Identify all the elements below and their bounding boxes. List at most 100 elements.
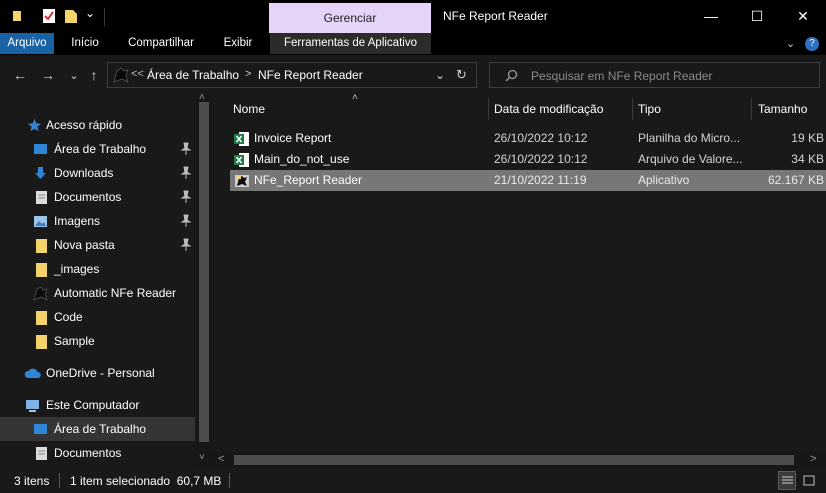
sidebar-scrollbar[interactable]: ˄ ˅ [196, 92, 212, 468]
back-button[interactable]: ← [10, 63, 30, 87]
file-type: Planilha do Micro... [638, 131, 741, 145]
file-size: 34 KB [791, 152, 824, 166]
sidebar-item-downloads[interactable]: Downloads [0, 161, 195, 185]
up-button[interactable]: ↑ [84, 63, 104, 87]
file-row-nfe-report-reader[interactable]: NFe_Report Reader 21/10/2022 11:19 Aplic… [230, 170, 826, 191]
column-divider[interactable] [488, 98, 489, 120]
pin-icon[interactable] [180, 238, 192, 252]
column-header-nome[interactable]: Nome [233, 95, 487, 123]
divider [59, 473, 60, 488]
folder-icon [36, 311, 47, 325]
sidebar-item-area-de-trabalho-pc[interactable]: Área de Trabalho [0, 417, 195, 441]
document-icon [36, 191, 47, 204]
sidebar-item-imagens[interactable]: Imagens [0, 209, 195, 233]
recent-locations-button[interactable]: ⌄ [64, 63, 84, 87]
sidebar-item-code[interactable]: Code [0, 305, 195, 329]
app-logo-icon [113, 67, 129, 83]
customize-quick-access-icon[interactable]: ⌄ [85, 6, 95, 20]
divider [104, 8, 105, 26]
file-row-invoice-report[interactable]: Invoice Report 26/10/2022 10:12 Planilha… [230, 128, 826, 149]
scrollbar-thumb[interactable] [199, 102, 209, 442]
tab-gerenciar[interactable]: Gerenciar [269, 3, 431, 33]
tab-arquivo[interactable]: Arquivo [0, 33, 54, 54]
pin-icon[interactable] [180, 214, 192, 228]
sidebar-item-label: OneDrive - Personal [46, 366, 155, 380]
document-icon [36, 447, 47, 460]
address-dropdown-icon[interactable]: ⌄ [435, 68, 445, 82]
file-type: Aplicativo [638, 173, 690, 187]
status-bar: 3 itens 1 item selecionado 60,7 MB [0, 468, 826, 493]
horizontal-scrollbar[interactable]: < > [212, 452, 826, 468]
app-logo-icon [33, 286, 48, 301]
pin-icon[interactable] [180, 190, 192, 204]
file-row-main-do-not-use[interactable]: Main_do_not_use 26/10/2022 10:12 Arquivo… [230, 149, 826, 170]
folder-icon [36, 335, 47, 349]
divider [229, 473, 230, 488]
sidebar-item-label: Documentos [54, 190, 122, 204]
sidebar-item-label: Nova pasta [54, 238, 115, 252]
properties-icon[interactable] [42, 8, 56, 24]
minimize-button[interactable]: — [688, 0, 734, 32]
sidebar-item-label: Sample [54, 334, 95, 348]
file-list: ˄ Nome Data de modificação Tipo Tamanho … [212, 92, 826, 468]
breadcrumb-nfe-report-reader[interactable]: NFe Report Reader [258, 68, 363, 82]
large-icons-view-button[interactable] [800, 471, 818, 490]
column-header-tamanho[interactable]: Tamanho [758, 95, 824, 123]
selection-info: 1 item selecionado 60,7 MB [70, 474, 222, 488]
address-bar[interactable]: << Área de Trabalho > NFe Report Reader … [107, 62, 477, 88]
help-icon[interactable]: ? [805, 37, 819, 51]
scroll-down-icon[interactable]: ˅ [199, 452, 205, 463]
pin-icon[interactable] [180, 142, 192, 156]
sidebar-item-este-computador[interactable]: Este Computador [0, 393, 195, 417]
column-header-data[interactable]: Data de modificação [494, 95, 630, 123]
column-header-tipo[interactable]: Tipo [638, 95, 748, 123]
close-icon: ✕ [797, 7, 809, 24]
scroll-right-icon[interactable]: > [810, 453, 816, 465]
column-divider[interactable] [751, 98, 752, 120]
sidebar-item-sample[interactable]: Sample [0, 329, 195, 353]
sidebar-item-area-de-trabalho[interactable]: Área de Trabalho [0, 137, 195, 161]
sidebar-item-label: Este Computador [46, 398, 140, 412]
download-icon [35, 167, 46, 179]
search-placeholder: Pesquisar em NFe Report Reader [531, 69, 713, 83]
pin-icon[interactable] [180, 166, 192, 180]
folder-icon [36, 263, 47, 277]
sidebar-item-label: Área de Trabalho [54, 422, 147, 436]
maximize-icon: ☐ [750, 7, 764, 24]
sidebar-item-documentos[interactable]: Documentos [0, 185, 195, 209]
scrollbar-thumb[interactable] [234, 455, 794, 465]
tab-ferramentas-de-aplicativo[interactable]: Ferramentas de Aplicativo [270, 33, 431, 54]
tab-compartilhar[interactable]: Compartilhar [116, 33, 206, 54]
item-count: 3 itens [14, 474, 50, 488]
maximize-button[interactable]: ☐ [734, 0, 780, 32]
app-folder-icon [13, 11, 21, 21]
sidebar-item-images-folder[interactable]: _images [0, 257, 195, 281]
sidebar-item-acesso-rapido[interactable]: Acesso rápido [0, 113, 195, 137]
back-arrow-icon: ← [13, 67, 27, 83]
refresh-icon[interactable]: ↻ [456, 67, 467, 83]
breadcrumb-overflow[interactable]: << [131, 68, 144, 80]
application-icon [235, 175, 249, 187]
sidebar-item-automatic-nfe-reader[interactable]: Automatic NFe Reader [0, 281, 195, 305]
tab-inicio[interactable]: Início [57, 33, 113, 54]
breadcrumb-separator[interactable]: > [245, 68, 251, 80]
sidebar-item-documentos-pc[interactable]: Documentos [0, 441, 195, 465]
close-button[interactable]: ✕ [780, 0, 826, 32]
sidebar-item-nova-pasta[interactable]: Nova pasta [0, 233, 195, 257]
scroll-left-icon[interactable]: < [218, 453, 224, 465]
new-folder-icon[interactable] [64, 8, 78, 24]
sidebar-item-onedrive[interactable]: OneDrive - Personal [0, 361, 195, 385]
details-view-button[interactable] [778, 471, 796, 490]
forward-button[interactable]: → [38, 63, 58, 87]
column-divider[interactable] [632, 98, 633, 120]
file-size: 62.167 KB [767, 173, 824, 187]
tab-exibir[interactable]: Exibir [210, 33, 266, 54]
breadcrumb-area-de-trabalho[interactable]: Área de Trabalho [147, 68, 239, 82]
sidebar-item-label: Documentos [54, 446, 122, 460]
star-icon [28, 119, 41, 132]
file-name: Main_do_not_use [254, 152, 350, 166]
expand-ribbon-icon[interactable]: ⌄ [786, 33, 795, 55]
up-arrow-icon: ↑ [90, 67, 98, 83]
desktop-icon [34, 144, 47, 154]
search-input[interactable]: Pesquisar em NFe Report Reader [489, 62, 820, 88]
